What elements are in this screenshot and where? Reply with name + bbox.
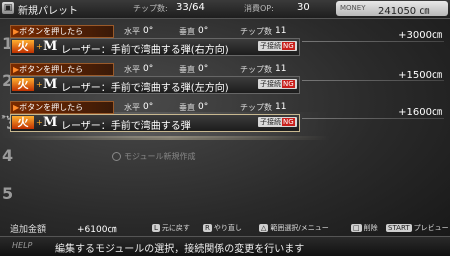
horizontal-label: 水平: [124, 103, 140, 112]
horizontal-value: 0°: [143, 102, 154, 112]
new-module-label: モジュール新規作成: [124, 152, 196, 161]
circle-button-icon: [112, 152, 121, 161]
op-cost-value: 30: [297, 2, 310, 13]
ng-badge: NG: [282, 42, 295, 50]
trigger-tag[interactable]: ▶ボタンを押したら: [10, 63, 114, 76]
m-module-icon: M: [43, 77, 58, 92]
cost-divider: [302, 80, 444, 81]
sub-connection-label: 子接続: [260, 80, 281, 88]
vertical-value: 0°: [198, 64, 209, 74]
chip-count-label: チップ数:: [133, 4, 168, 13]
horizontal-label: 水平: [124, 65, 140, 74]
cost-divider: [302, 41, 444, 42]
op-cost-label: 消費OP:: [244, 4, 274, 13]
trigger-tag[interactable]: ▶ボタンを押したら: [10, 25, 114, 38]
fire-element-icon: 火: [12, 78, 34, 91]
module-name: レーザー：手前で湾曲する弾: [61, 121, 191, 132]
range-menu-control[interactable]: △ 範囲選択/メニュー: [259, 223, 329, 233]
square-button-icon: □: [351, 224, 362, 232]
help-label: HELP: [12, 241, 33, 250]
ng-badge: NG: [282, 118, 295, 126]
help-bar: HELP 編集するモジュールの選択，接続関係の変更を行います: [0, 236, 450, 256]
trigger-tag[interactable]: ▶ボタンを押したら: [10, 101, 114, 114]
chip-label: チップ数: [240, 65, 272, 74]
m-module-icon: M: [43, 115, 58, 130]
cost-row-2: +1500㎝: [398, 70, 442, 81]
sub-connection-badge: 子接続 NG: [258, 41, 297, 51]
ng-badge: NG: [282, 80, 295, 88]
palette-icon: ▣: [2, 2, 14, 14]
chip-value: 11: [275, 64, 287, 74]
selected-row-glow: [10, 136, 330, 140]
cost-row-1: +3000㎝: [398, 30, 442, 41]
undo-label: 元に戻す: [161, 224, 190, 232]
module-bar[interactable]: 火 + M レーザー：手前で湾曲する弾(右方向) 子接続 NG: [10, 38, 300, 56]
sub-connection-label: 子接続: [260, 42, 281, 50]
money-display: MONEY 241050 ㎝: [336, 1, 448, 17]
module-row-2[interactable]: ▶ボタンを押したら 水平 0° 垂直 0° チップ数 11 火 + M レーザー…: [10, 63, 300, 94]
chip-value: 11: [275, 102, 287, 112]
module-row-3[interactable]: ▶ボタンを押したら 水平 0° 垂直 0° チップ数 11 火 + M レーザー…: [10, 101, 300, 132]
horizontal-value: 0°: [143, 64, 154, 74]
money-value: 241050 ㎝: [378, 6, 430, 17]
trigger-label: ボタンを押したら: [19, 65, 84, 74]
undo-control[interactable]: L 元に戻す: [152, 223, 190, 233]
slot-number-4: 4: [2, 146, 14, 165]
fire-element-icon: 火: [12, 116, 34, 129]
cost-row-3: +1600㎝: [398, 107, 442, 118]
plus-icon: +: [36, 42, 43, 51]
preview-control[interactable]: START プレビュー: [386, 223, 449, 233]
chip-label: チップ数: [240, 27, 272, 36]
cost-divider: [302, 118, 444, 119]
module-name: レーザー：手前で湾曲する弾(左方向): [61, 83, 229, 94]
module-row-1[interactable]: ▶ボタンを押したら 水平 0° 垂直 0° チップ数 11 火 + M レーザー…: [10, 25, 300, 56]
delete-label: 削除: [363, 224, 378, 232]
help-text: 編集するモジュールの選択，接続関係の変更を行います: [55, 244, 305, 255]
trigger-label: ボタンを押したら: [19, 27, 84, 36]
trigger-label: ボタンを押したら: [19, 103, 84, 112]
new-module-button[interactable]: モジュール新規作成: [112, 151, 195, 162]
horizontal-label: 水平: [124, 27, 140, 36]
start-button-icon: START: [386, 224, 412, 232]
vertical-value: 0°: [198, 102, 209, 112]
added-amount-label: 追加金額: [10, 225, 47, 235]
module-bar[interactable]: 火 + M レーザー：手前で湾曲する弾 子接続 NG: [10, 114, 300, 132]
palette-title: 新規パレット: [18, 6, 78, 17]
redo-control[interactable]: R やり直し: [203, 223, 242, 233]
sub-connection-label: 子接続: [260, 118, 281, 126]
chip-label: チップ数: [240, 103, 272, 112]
range-menu-label: 範囲選択/メニュー: [270, 224, 329, 232]
preview-label: プレビュー: [413, 224, 449, 232]
module-bar[interactable]: 火 + M レーザー：手前で湾曲する弾(左方向) 子接続 NG: [10, 76, 300, 94]
fire-element-icon: 火: [12, 40, 34, 53]
vertical-label: 垂直: [179, 103, 195, 112]
slot-number-5: 5: [2, 184, 14, 203]
l-button-icon: L: [152, 224, 160, 232]
added-amount-value: +6100㎝: [77, 225, 117, 235]
vertical-label: 垂直: [179, 27, 195, 36]
chip-count-value: 33/64: [176, 2, 205, 13]
chip-value: 11: [275, 26, 287, 36]
plus-icon: +: [36, 80, 43, 89]
vertical-value: 0°: [198, 26, 209, 36]
r-button-icon: R: [203, 224, 212, 232]
redo-label: やり直し: [213, 224, 242, 232]
triangle-button-icon: △: [259, 224, 269, 232]
sub-connection-badge: 子接続 NG: [258, 117, 297, 127]
vertical-label: 垂直: [179, 65, 195, 74]
plus-icon: +: [36, 118, 43, 127]
top-status-bar: ▣ 新規パレット チップ数: 33/64 消費OP: 30 MONEY 2410…: [0, 0, 450, 19]
delete-control[interactable]: □ 削除: [351, 223, 378, 233]
money-label: MONEY: [340, 4, 366, 12]
sub-connection-badge: 子接続 NG: [258, 79, 297, 89]
horizontal-value: 0°: [143, 26, 154, 36]
m-module-icon: M: [43, 39, 58, 54]
module-name: レーザー：手前で湾曲する弾(右方向): [61, 45, 229, 56]
